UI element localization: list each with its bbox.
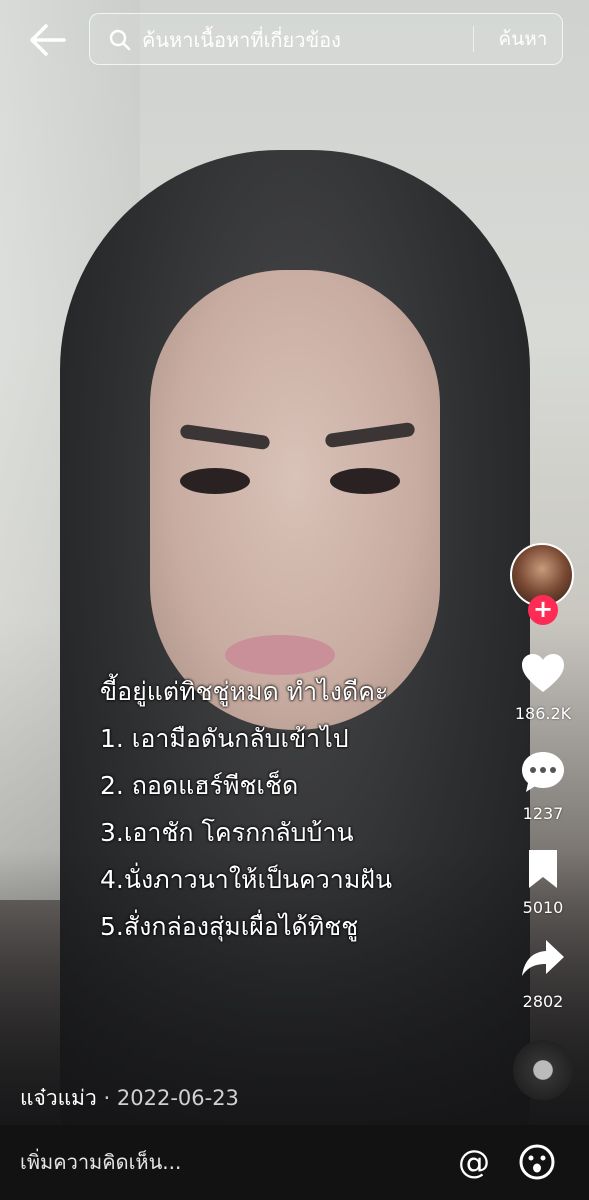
overlay-line: 4.นั่งภาวนาให้เป็นความฝัน <box>100 865 393 894</box>
top-search-bar: ค้นหา <box>0 0 589 80</box>
overlay-line: 5.สั่งกล่องสุ่มเผื่อได้ทิชชู <box>100 912 359 941</box>
back-button[interactable] <box>28 22 68 58</box>
comment-action: 1237 <box>508 750 578 823</box>
post-meta: แจ๋วแม่ว · 2022-06-23 <box>20 1082 239 1115</box>
search-icon <box>109 29 131 51</box>
share-arrow-icon[interactable] <box>520 938 566 980</box>
search-divider <box>473 26 474 52</box>
left-eye <box>180 468 250 494</box>
music-disc-icon[interactable] <box>513 1040 573 1100</box>
share-action: 2802 <box>508 938 578 1011</box>
right-eye <box>330 468 400 494</box>
overlay-line: 2. ถอดแฮร์พีชเช็ด <box>100 771 299 800</box>
follow-button[interactable]: + <box>528 595 558 625</box>
at-sign-icon[interactable]: @ <box>455 1143 493 1181</box>
video-frame[interactable]: ขี้อยู่แต่ทิชชู่หมด ทำไงดีคะ 1. เอามือดั… <box>0 0 589 1125</box>
meta-separator: · <box>103 1086 111 1110</box>
bookmark-icon[interactable] <box>526 848 560 890</box>
back-arrow-icon <box>30 24 66 56</box>
comment-input[interactable] <box>18 1141 442 1183</box>
comment-bubble-icon[interactable] <box>520 750 566 794</box>
overlay-line: 3.เอาชัก โครกกลับบ้าน <box>100 818 354 847</box>
search-button[interactable]: ค้นหา <box>486 14 560 64</box>
overlay-line: 1. เอามือดันกลับเข้าไป <box>100 724 349 753</box>
like-action: 186.2K <box>508 652 578 723</box>
like-count: 186.2K <box>514 704 572 723</box>
share-count: 2802 <box>522 992 564 1011</box>
author-name[interactable]: แจ๋วแม่ว <box>20 1086 97 1110</box>
comment-count: 1237 <box>522 804 564 823</box>
search-box: ค้นหา <box>89 13 563 66</box>
save-action: 5010 <box>508 848 578 917</box>
comment-bar: @ <box>0 1125 589 1200</box>
emoji-icon[interactable] <box>518 1143 556 1181</box>
search-input[interactable] <box>140 14 504 66</box>
heart-icon[interactable] <box>520 652 566 694</box>
video-text-overlay: ขี้อยู่แต่ทิชชู่หมด ทำไงดีคะ 1. เอามือดั… <box>100 668 480 950</box>
overlay-line: ขี้อยู่แต่ทิชชู่หมด ทำไงดีคะ <box>100 677 389 706</box>
save-count: 5010 <box>522 898 564 917</box>
post-date: 2022-06-23 <box>116 1086 239 1110</box>
